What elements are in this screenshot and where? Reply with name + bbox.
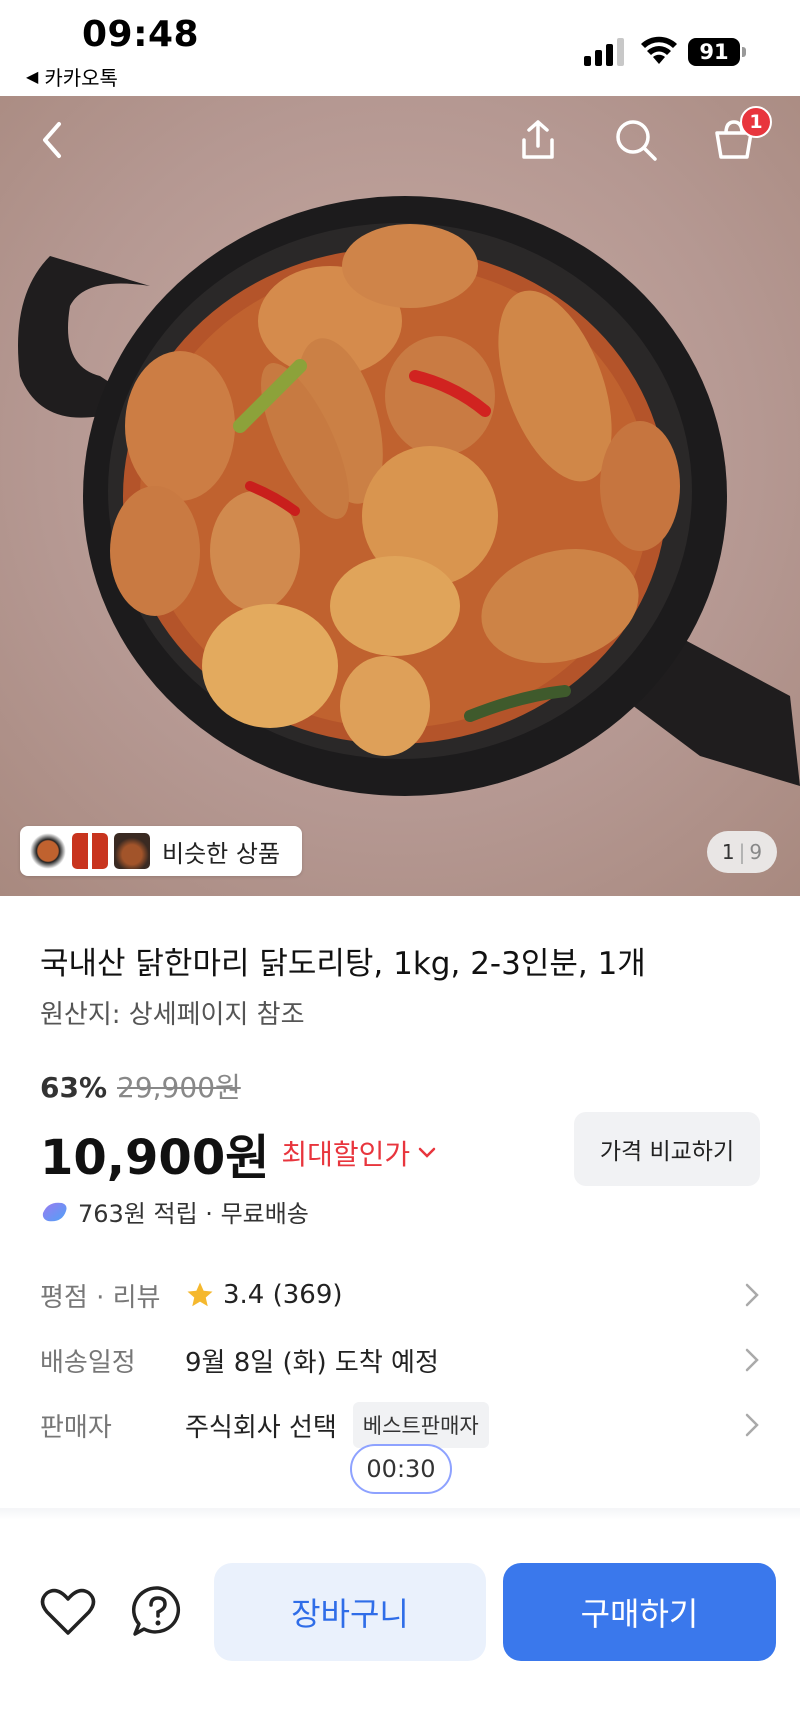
rating-row[interactable]: 평점 · 리뷰 3.4 (369) bbox=[40, 1270, 760, 1320]
page-total: 9 bbox=[749, 840, 763, 864]
max-discount-toggle[interactable]: 최대할인가 bbox=[281, 1133, 436, 1173]
discount-percent: 63% bbox=[40, 1071, 108, 1104]
image-page-indicator: 1 | 9 bbox=[707, 831, 777, 873]
similar-thumb-2 bbox=[72, 833, 108, 869]
page-current: 1 bbox=[721, 840, 735, 864]
similar-products-label: 비슷한 상품 bbox=[162, 839, 281, 868]
seller-row[interactable]: 판매자 주식회사 선택 베스트판매자 bbox=[40, 1400, 760, 1450]
add-to-cart-button[interactable]: 장바구니 bbox=[214, 1563, 486, 1661]
max-discount-label: 최대할인가 bbox=[281, 1138, 411, 1171]
share-icon bbox=[522, 120, 554, 159]
price-row: 10,900원 최대할인가 bbox=[40, 1118, 436, 1188]
back-app-label: 카카오톡 bbox=[44, 66, 118, 90]
battery-level: 91 bbox=[688, 38, 740, 66]
inquiry-button[interactable] bbox=[128, 1584, 188, 1640]
heart-icon bbox=[40, 1588, 96, 1635]
timer-badge: 00:30 bbox=[350, 1444, 452, 1494]
rating-label: 평점 · 리뷰 bbox=[40, 1282, 161, 1313]
cellular-signal-icon bbox=[584, 38, 624, 66]
product-origin: 원산지: 상세페이지 참조 bbox=[40, 1000, 305, 1030]
battery-icon: 91 bbox=[688, 38, 746, 66]
chevron-down-icon bbox=[418, 1147, 436, 1158]
original-price: 29,900원 bbox=[117, 1071, 241, 1104]
buy-now-button[interactable]: 구매하기 bbox=[503, 1563, 776, 1661]
status-time: 09:48 bbox=[82, 14, 200, 55]
share-button[interactable] bbox=[510, 112, 566, 168]
chevron-right-icon bbox=[745, 1348, 759, 1372]
food-photo bbox=[18, 196, 800, 796]
back-button[interactable] bbox=[24, 112, 80, 168]
reward-text: 763원 적립 · 무료배송 bbox=[78, 1200, 309, 1228]
search-button[interactable] bbox=[608, 112, 664, 168]
similar-thumb-3 bbox=[114, 833, 150, 869]
cart-count-badge: 1 bbox=[740, 106, 772, 138]
star-icon bbox=[187, 1282, 213, 1307]
delivery-row[interactable]: 배송일정 9월 8일 (화) 도착 예정 bbox=[40, 1335, 760, 1385]
chevron-left-icon bbox=[43, 122, 61, 158]
back-triangle-icon: ◀ bbox=[26, 67, 39, 86]
seller-name: 주식회사 선택 bbox=[185, 1412, 337, 1443]
wishlist-button[interactable] bbox=[38, 1584, 98, 1640]
seller-label: 판매자 bbox=[40, 1412, 112, 1443]
question-bubble-icon bbox=[131, 1586, 181, 1636]
reward-point-icon bbox=[42, 1202, 67, 1221]
similar-thumb-1 bbox=[30, 833, 66, 869]
discount-row: 63% 29,900원 bbox=[40, 1066, 241, 1106]
chevron-right-icon bbox=[745, 1283, 759, 1307]
similar-products-button[interactable]: 비슷한 상품 bbox=[20, 826, 302, 876]
reward-row: 763원 적립 · 무료배송 bbox=[40, 1194, 309, 1229]
price-compare-button[interactable]: 가격 비교하기 bbox=[574, 1112, 760, 1186]
sale-price: 10,900원 bbox=[40, 1130, 270, 1186]
status-bar: 09:48 ◀ 카카오톡 91 bbox=[0, 0, 800, 96]
delivery-value: 9월 8일 (화) 도착 예정 bbox=[185, 1347, 439, 1378]
chevron-right-icon bbox=[745, 1413, 759, 1437]
section-divider bbox=[0, 1508, 800, 1520]
delivery-label: 배송일정 bbox=[40, 1347, 136, 1378]
search-icon bbox=[616, 120, 657, 161]
best-seller-badge: 베스트판매자 bbox=[352, 1402, 489, 1448]
product-image[interactable] bbox=[0, 96, 800, 896]
rating-value: 3.4 (369) bbox=[223, 1280, 343, 1310]
back-to-app-link[interactable]: ◀ 카카오톡 bbox=[26, 62, 118, 91]
product-title: 국내산 닭한마리 닭도리탕, 1kg, 2-3인분, 1개 bbox=[40, 946, 646, 982]
wifi-icon bbox=[641, 36, 677, 64]
